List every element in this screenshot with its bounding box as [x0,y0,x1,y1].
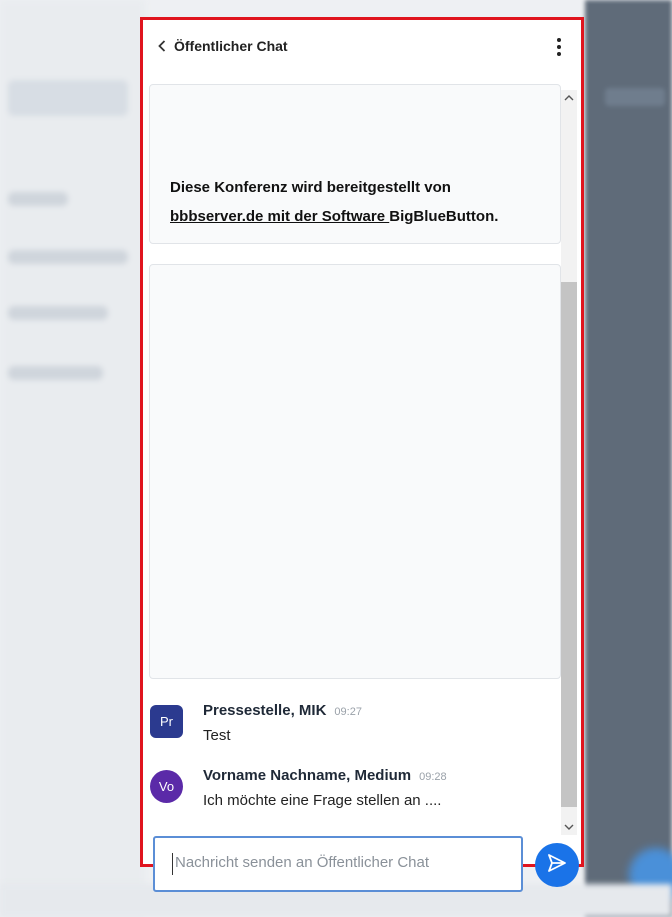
welcome-text: Diese Konferenz wird bereitgestellt von … [170,173,550,231]
author-name: Pressestelle, MIK [203,702,327,719]
background-content [585,0,672,917]
message-author: Vorname Nachname, Medium 09:28 [203,767,447,784]
chat-empty-area [149,264,561,679]
scroll-thumb[interactable] [561,282,577,807]
message-input[interactable]: Nachricht senden an Öffentlicher Chat [153,836,523,892]
send-button[interactable] [535,843,579,887]
chat-scrollbar[interactable] [561,90,577,835]
message-time: 09:27 [334,706,362,718]
chevron-left-icon [158,40,166,52]
message-text: Test [203,727,231,744]
author-name: Vorname Nachname, Medium [203,767,412,784]
public-chat-panel: Öffentlicher Chat Diese Konferenz wird b… [140,17,584,892]
background-sidebar [0,0,145,917]
message-author: Pressestelle, MIK 09:27 [203,702,362,719]
welcome-after-link: BigBlueButton. [389,208,499,225]
chat-header: Öffentlicher Chat [143,20,581,72]
bbbserver-link[interactable]: bbbserver.de mit der Software [170,208,389,225]
scroll-up-icon[interactable] [561,90,577,106]
welcome-message-card: Diese Konferenz wird bereitgestellt von … [149,84,561,244]
message-input-placeholder: Nachricht senden an Öffentlicher Chat [175,854,430,871]
message-text: Ich möchte eine Frage stellen an .... [203,792,442,809]
chat-title: Öffentlicher Chat [174,38,288,54]
avatar: Pr [150,705,183,738]
message-time: 09:28 [419,771,447,783]
welcome-line: Diese Konferenz wird bereitgestellt von [170,179,451,196]
kebab-menu-icon[interactable] [553,36,565,58]
text-caret [172,853,173,875]
avatar: Vo [150,770,183,803]
scroll-down-icon[interactable] [561,819,577,835]
back-button[interactable]: Öffentlicher Chat [158,36,288,56]
send-icon [547,853,567,877]
